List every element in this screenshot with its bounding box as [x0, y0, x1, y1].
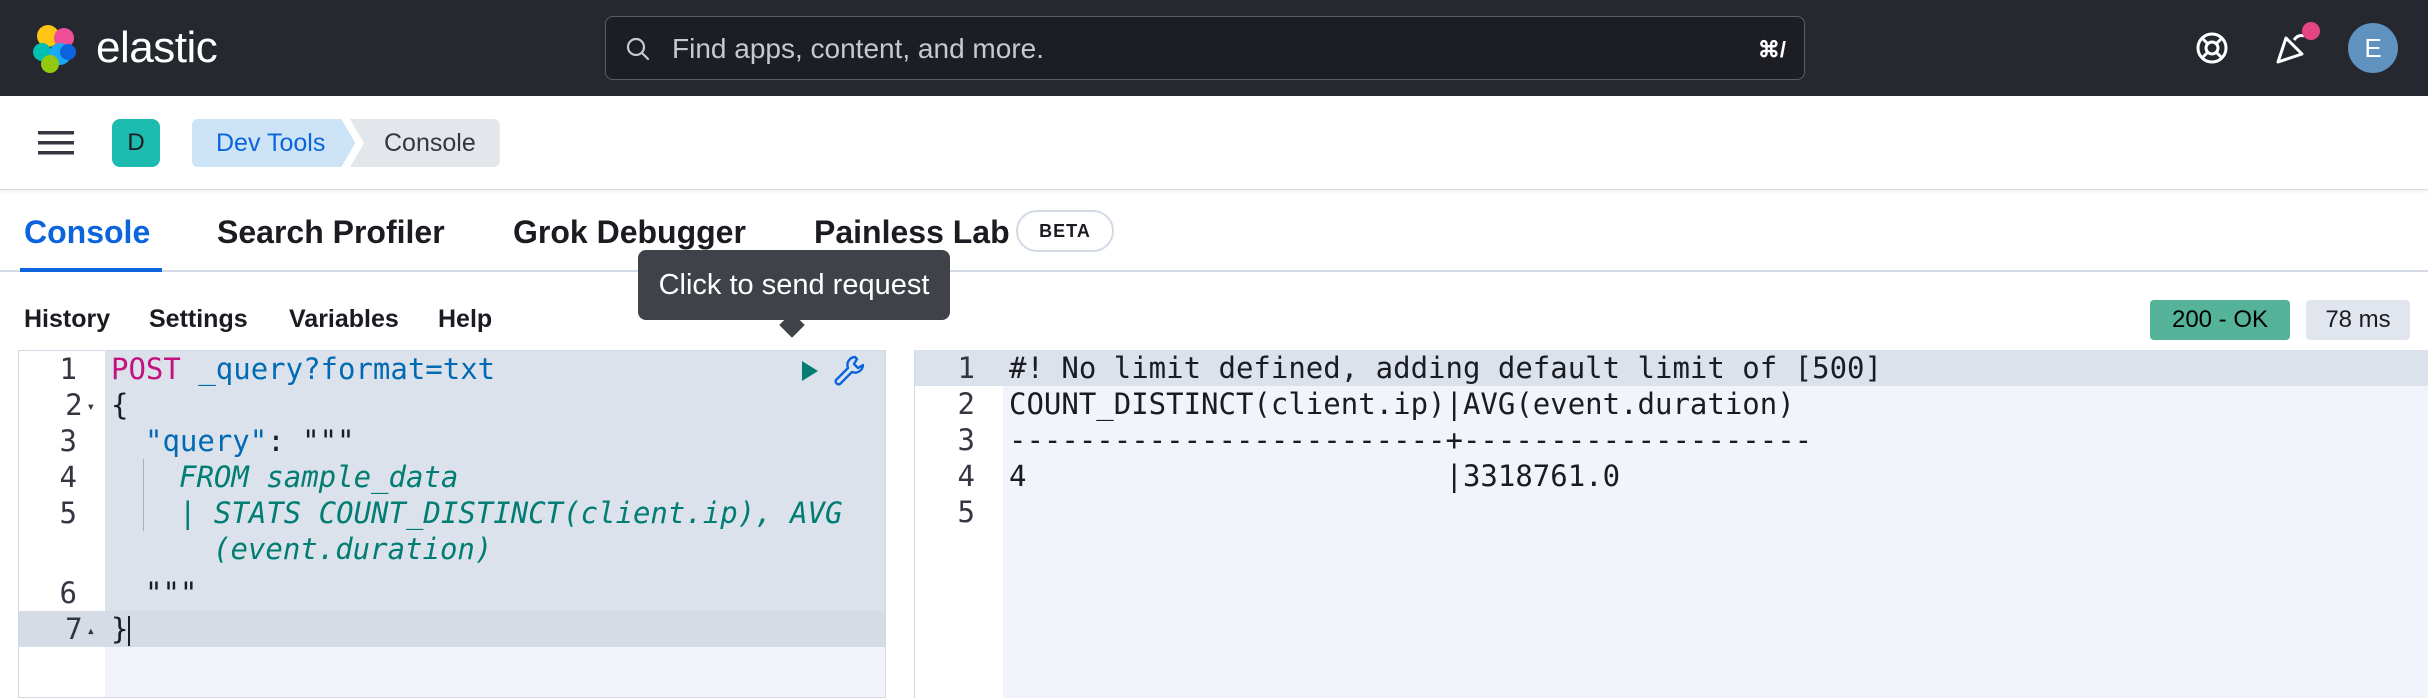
line-number: 6	[59, 576, 77, 610]
request-line-2: {	[111, 388, 129, 422]
status-badge: 200 - OK	[2150, 300, 2290, 340]
http-method: POST	[111, 352, 181, 386]
search-placeholder: Find apps, content, and more.	[672, 33, 1044, 64]
line-number: 2	[957, 387, 975, 421]
fold-toggle-icon[interactable]: ▴	[87, 623, 95, 639]
line-number: 5	[957, 495, 975, 529]
play-icon[interactable]	[795, 357, 823, 385]
notification-dot	[2302, 22, 2320, 40]
fold-toggle-icon[interactable]: ▾	[87, 399, 95, 415]
space-avatar[interactable]: D	[112, 119, 160, 167]
tab-search-profiler[interactable]: Search Profiler	[217, 212, 445, 252]
breadcrumb-dev-tools[interactable]: Dev Tools	[192, 119, 355, 167]
dev-tools-tabs: Console Search Profiler Grok Debugger Pa…	[0, 190, 2428, 272]
logo-text: elastic	[96, 23, 218, 72]
response-line-3: -------------------------+--------------…	[1009, 423, 1813, 457]
line-number[interactable]: 2 ▾	[19, 387, 95, 425]
active-tab-indicator	[20, 268, 162, 272]
line-number: 1	[957, 351, 975, 385]
request-timing-badge: 78 ms	[2306, 300, 2410, 340]
hamburger-menu-icon[interactable]	[38, 128, 74, 158]
line-number[interactable]: 7 ▴	[19, 611, 95, 649]
tab-grok-debugger[interactable]: Grok Debugger	[513, 212, 746, 252]
tab-console[interactable]: Console	[24, 212, 150, 252]
user-avatar[interactable]: E	[2348, 23, 2398, 73]
line-number: 3	[957, 423, 975, 457]
line-number: 1	[59, 352, 77, 386]
request-editor[interactable]: 1 2 ▾ 3 4 5 6 7 ▴ POST _query?format=txt {…	[18, 350, 886, 698]
response-line-2: COUNT_DISTINCT(client.ip)|AVG(event.dura…	[1009, 387, 1795, 421]
wrench-icon[interactable]	[831, 353, 867, 389]
tab-painless-lab[interactable]: Painless Lab	[814, 212, 1010, 252]
line-number: 5	[59, 496, 77, 530]
breadcrumb-console: Console	[350, 119, 500, 167]
history-button[interactable]: History	[24, 305, 110, 334]
line-number: 3	[59, 424, 77, 458]
active-line-highlight	[19, 611, 885, 647]
send-request-tooltip: Click to send request	[638, 250, 950, 320]
request-line-5-wrap: (event.duration)	[213, 532, 493, 566]
search-icon	[626, 37, 650, 61]
response-line-1: #! No limit defined, adding default limi…	[1009, 351, 1882, 385]
text-cursor	[128, 616, 131, 646]
help-lifebuoy-icon[interactable]	[2190, 26, 2234, 70]
top-header: elastic Find apps, content, and more. ⌘/…	[0, 0, 2428, 96]
request-line-3: "query": """	[145, 424, 355, 458]
request-line-5: | STATS COUNT_DISTINCT(client.ip), AVG	[179, 496, 843, 530]
response-line-4: 4 |3318761.0	[1009, 459, 1621, 493]
beta-badge: BETA	[1016, 210, 1114, 252]
line-number: 4	[59, 460, 77, 494]
settings-button[interactable]: Settings	[149, 305, 248, 334]
request-line-7: }	[111, 612, 131, 646]
request-path: _query?format=txt	[198, 352, 496, 386]
search-shortcut: ⌘/	[1757, 37, 1786, 62]
variables-button[interactable]: Variables	[289, 305, 399, 334]
sub-header: D Dev Tools Console	[0, 96, 2428, 190]
help-button[interactable]: Help	[438, 305, 492, 334]
elastic-logo-icon[interactable]	[30, 22, 82, 74]
line-number: 4	[957, 459, 975, 493]
indent-guide	[143, 459, 144, 531]
request-line-6: """	[145, 576, 198, 610]
global-search-input[interactable]: Find apps, content, and more. ⌘/	[605, 16, 1805, 80]
response-viewer[interactable]: 1 2 3 4 5 #! No limit defined, adding de…	[914, 350, 2428, 698]
request-line-1: POST _query?format=txt	[111, 351, 495, 387]
request-line-4: FROM sample_data	[179, 460, 459, 494]
